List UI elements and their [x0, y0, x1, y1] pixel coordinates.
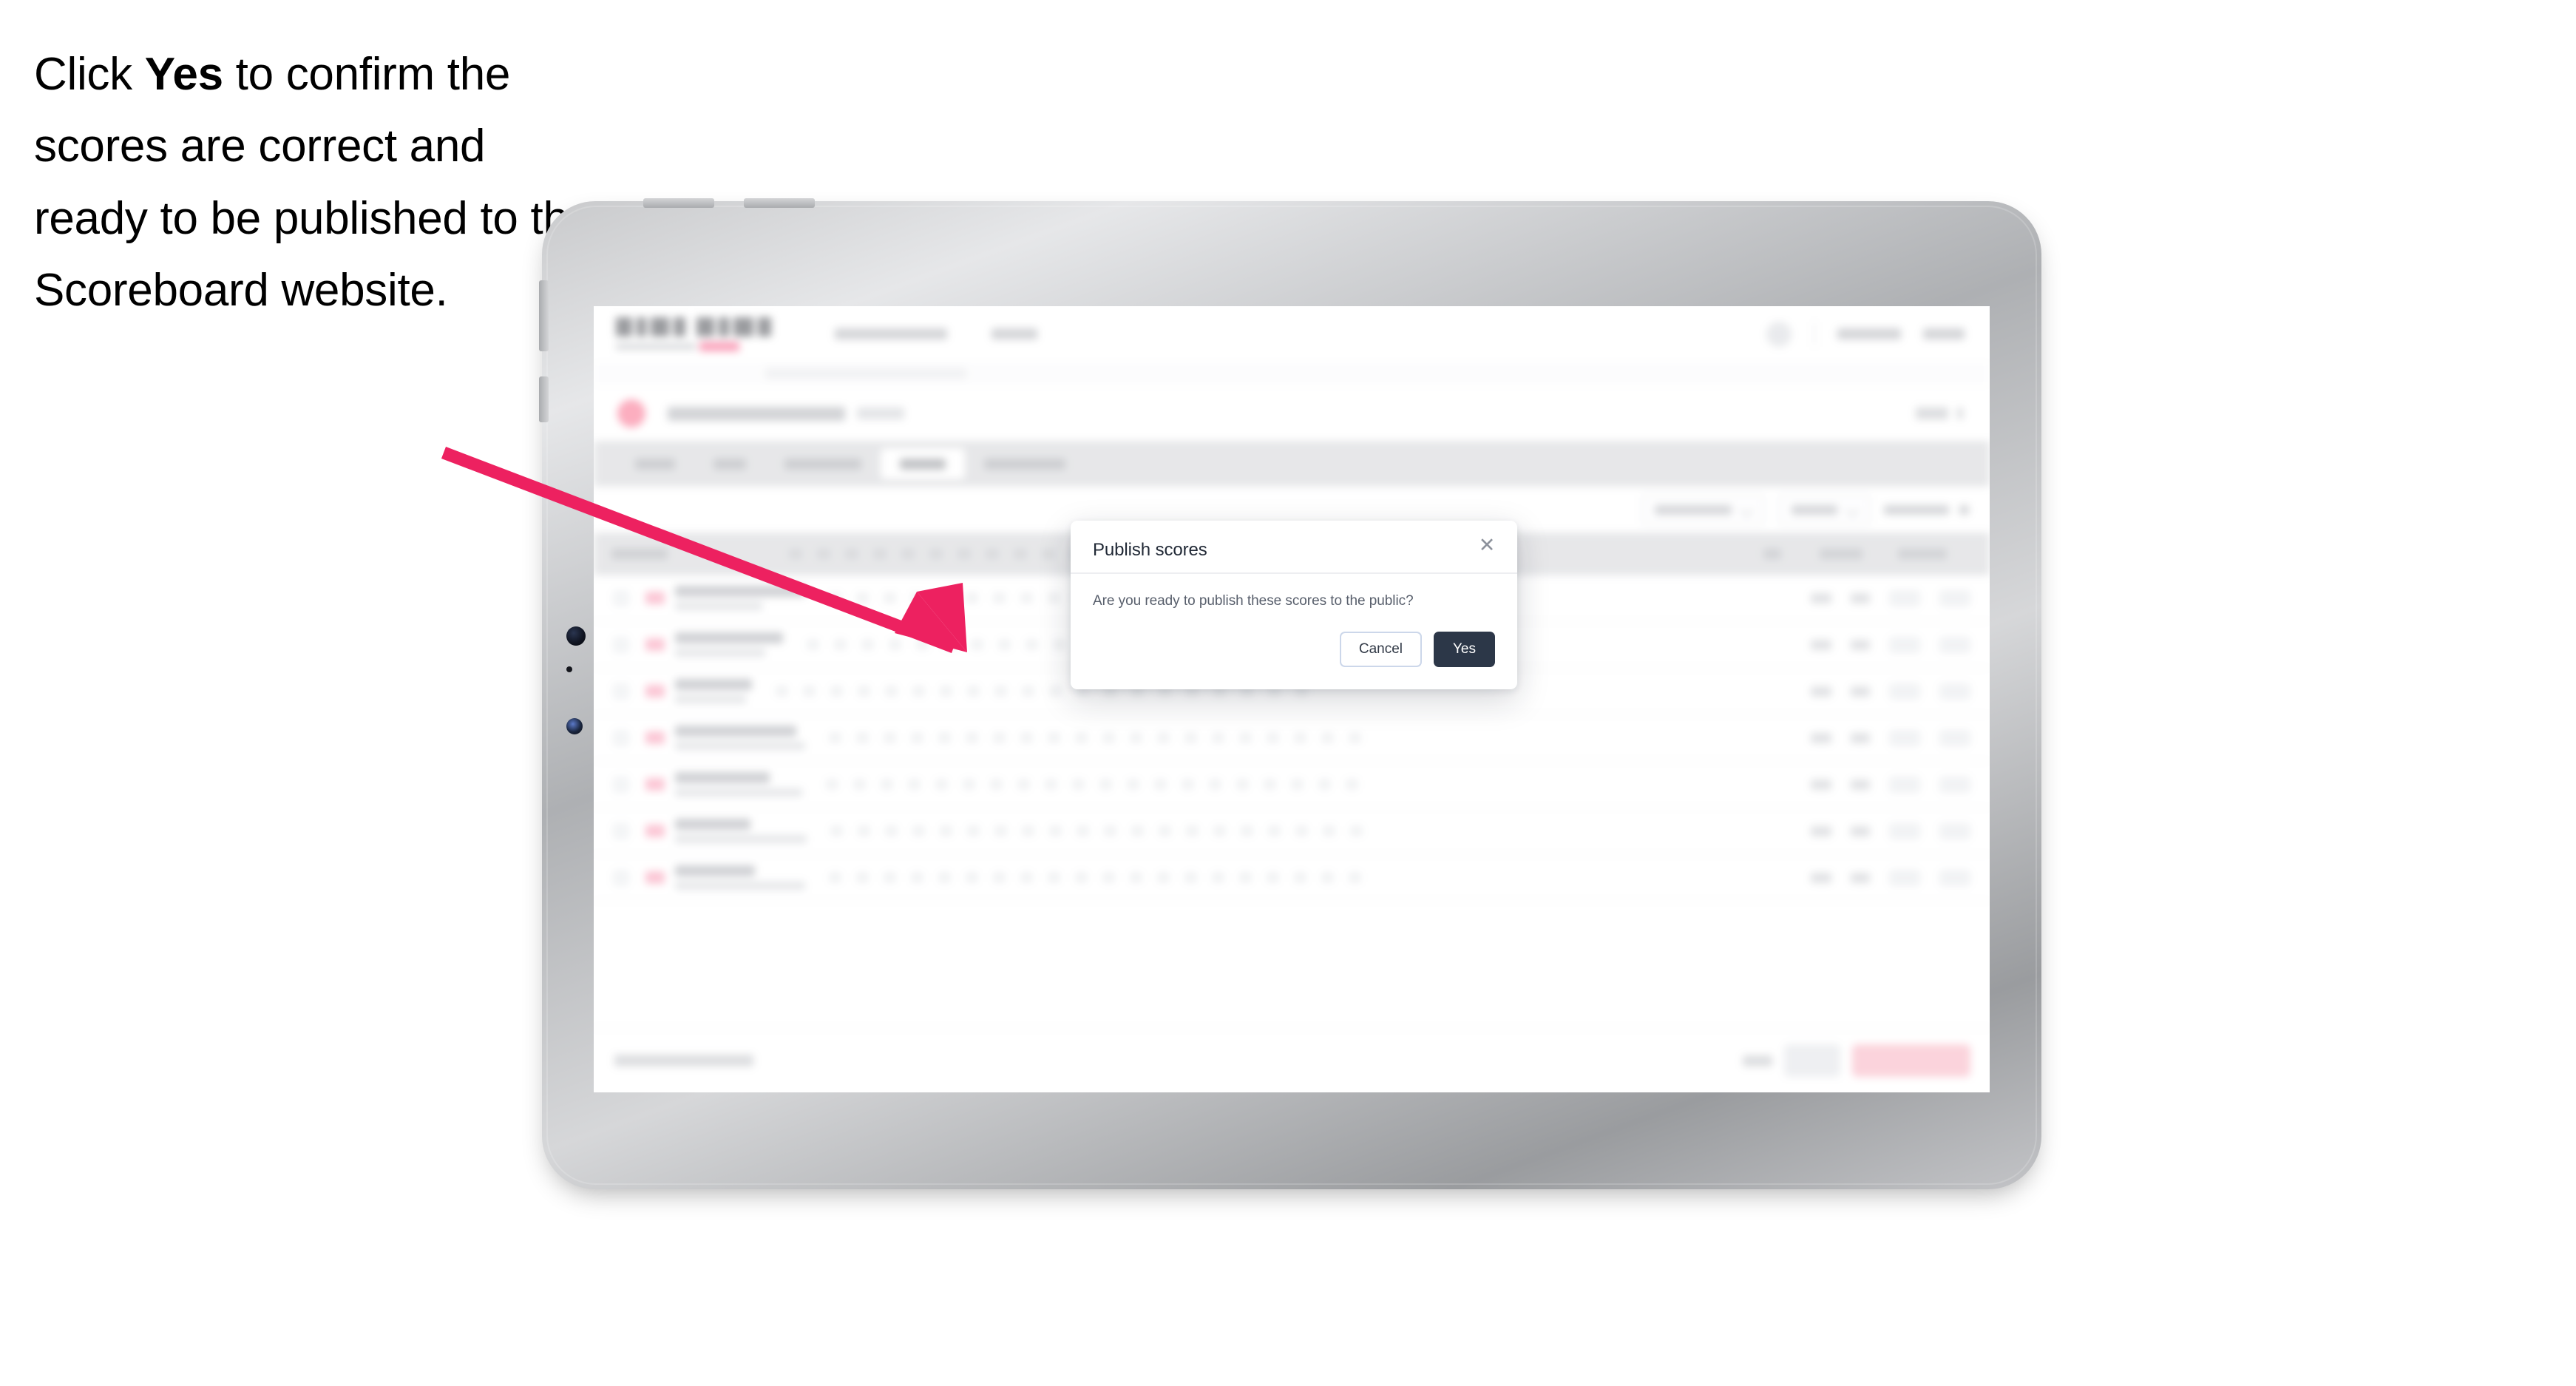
- publish-scores-modal: Publish scores ✕ Are you ready to publis…: [1071, 521, 1517, 690]
- instruction-emphasis: Yes: [144, 49, 223, 100]
- cancel-button[interactable]: Cancel: [1339, 632, 1422, 668]
- device-top-button-1[interactable]: [643, 198, 714, 208]
- tablet-device-frame: Publish scores ✕ Are you ready to publis…: [539, 198, 2041, 1189]
- modal-footer: Cancel Yes: [1071, 617, 1517, 689]
- device-top-button-2[interactable]: [744, 198, 815, 208]
- modal-scrim: [594, 306, 1990, 1092]
- instruction-part-0: Click: [34, 49, 145, 100]
- device-volume-up-button[interactable]: [539, 280, 549, 351]
- modal-header: Publish scores ✕: [1071, 521, 1517, 574]
- tablet-screen: Publish scores ✕ Are you ready to publis…: [594, 306, 1990, 1092]
- modal-body-text: Are you ready to publish these scores to…: [1093, 593, 1414, 609]
- device-indicator-dot-icon: [566, 666, 572, 672]
- confirm-yes-button[interactable]: Yes: [1434, 632, 1495, 668]
- close-icon[interactable]: ✕: [1476, 534, 1498, 556]
- modal-title: Publish scores: [1093, 540, 1207, 560]
- device-camera-icon: [566, 626, 586, 646]
- device-volume-down-button[interactable]: [539, 376, 549, 422]
- device-sensor-icon: [566, 718, 583, 734]
- instruction-text: Click Yes to confirm the scores are corr…: [34, 38, 596, 326]
